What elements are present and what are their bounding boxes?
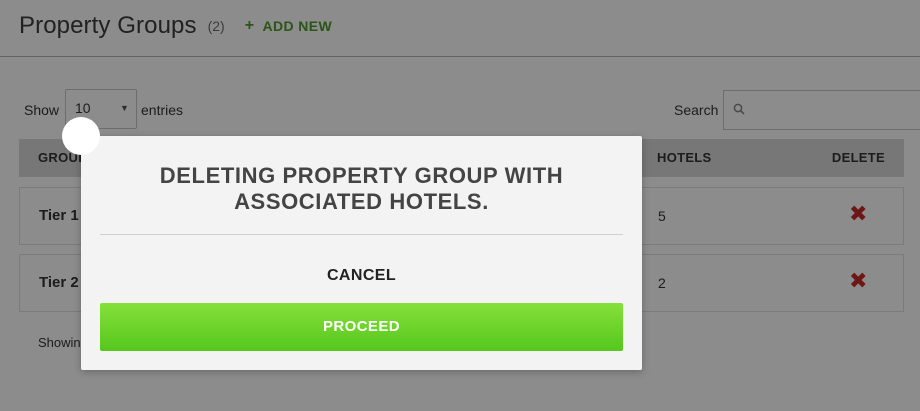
dialog-title: DELETING PROPERTY GROUP WITH ASSOCIATED … [159,163,564,214]
close-button[interactable] [62,117,100,155]
dialog-divider [100,234,623,235]
cancel-button[interactable]: CANCEL [100,267,623,285]
proceed-button[interactable]: PROCEED [100,303,623,351]
delete-confirmation-dialog: DELETING PROPERTY GROUP WITH ASSOCIATED … [62,117,642,370]
